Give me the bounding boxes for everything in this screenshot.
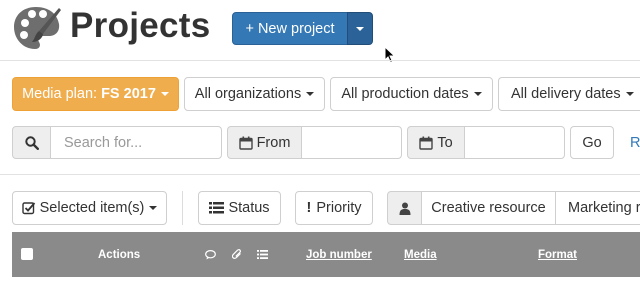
new-project-label: + New project xyxy=(245,20,335,37)
to-label: To xyxy=(437,134,453,151)
caret-down-icon xyxy=(306,92,315,96)
caret-down-icon xyxy=(160,92,169,96)
go-button[interactable]: Go xyxy=(570,126,614,159)
select-all-checkbox[interactable] xyxy=(21,248,33,260)
caret-down-icon xyxy=(356,26,364,31)
priority-button[interactable]: ! Priority xyxy=(295,191,373,225)
marketing-resource-button[interactable]: Marketing r xyxy=(555,191,640,225)
toolbar-separator xyxy=(182,191,183,225)
organizations-label: All organizations xyxy=(194,86,302,102)
list-icon xyxy=(257,232,268,277)
status-label: Status xyxy=(228,200,270,216)
from-label: From xyxy=(256,134,291,151)
list-icon xyxy=(209,202,225,214)
from-date-input[interactable] xyxy=(301,126,402,159)
table-header: Actions Job number Media Format xyxy=(12,232,640,277)
selected-items-label: Selected item(s) xyxy=(39,200,145,216)
header-divider xyxy=(0,60,640,61)
media-plan-value: FS 2017 xyxy=(101,86,156,102)
production-dates-dropdown[interactable]: All production dates xyxy=(330,77,493,111)
to-date-input[interactable] xyxy=(464,126,565,159)
from-date-addon: From xyxy=(227,126,302,159)
creative-resource-button[interactable]: Creative resource xyxy=(421,191,556,225)
column-actions: Actions xyxy=(98,248,141,261)
to-date-addon: To xyxy=(407,126,465,159)
checkbox-checked-icon xyxy=(21,202,35,215)
palette-icon xyxy=(12,4,62,52)
search-icon-addon xyxy=(12,126,51,159)
column-format[interactable]: Format xyxy=(538,232,577,277)
selected-items-dropdown[interactable]: Selected item(s) xyxy=(12,191,167,225)
calendar-icon xyxy=(419,136,434,150)
exclamation-icon: ! xyxy=(306,200,312,216)
status-button[interactable]: Status xyxy=(198,191,281,225)
reset-link[interactable]: R xyxy=(630,135,640,151)
delivery-dates-label: All delivery dates xyxy=(511,86,621,102)
new-project-dropdown-toggle[interactable] xyxy=(347,12,373,45)
person-icon-addon xyxy=(387,191,422,225)
search-icon xyxy=(24,135,39,150)
search-input[interactable] xyxy=(50,126,222,159)
calendar-icon xyxy=(238,136,253,150)
caret-down-icon xyxy=(625,92,634,96)
organizations-dropdown[interactable]: All organizations xyxy=(184,77,325,111)
media-plan-dropdown[interactable]: Media plan: FS 2017 xyxy=(12,77,179,111)
caret-down-icon xyxy=(149,206,158,210)
column-media[interactable]: Media xyxy=(404,232,437,277)
mouse-cursor-icon xyxy=(384,46,396,64)
column-job-number[interactable]: Job number xyxy=(306,232,372,277)
caret-down-icon xyxy=(473,92,482,96)
user-icon xyxy=(399,202,410,215)
delivery-dates-dropdown[interactable]: All delivery dates xyxy=(498,77,640,111)
media-plan-prefix: Media plan: xyxy=(22,86,102,102)
paperclip-icon xyxy=(232,232,242,277)
filters-divider xyxy=(0,174,640,175)
priority-label: Priority xyxy=(316,200,362,216)
page-title: Projects xyxy=(70,6,211,45)
production-dates-label: All production dates xyxy=(341,86,469,102)
new-project-button[interactable]: + New project xyxy=(232,12,348,45)
comment-icon xyxy=(205,232,216,277)
